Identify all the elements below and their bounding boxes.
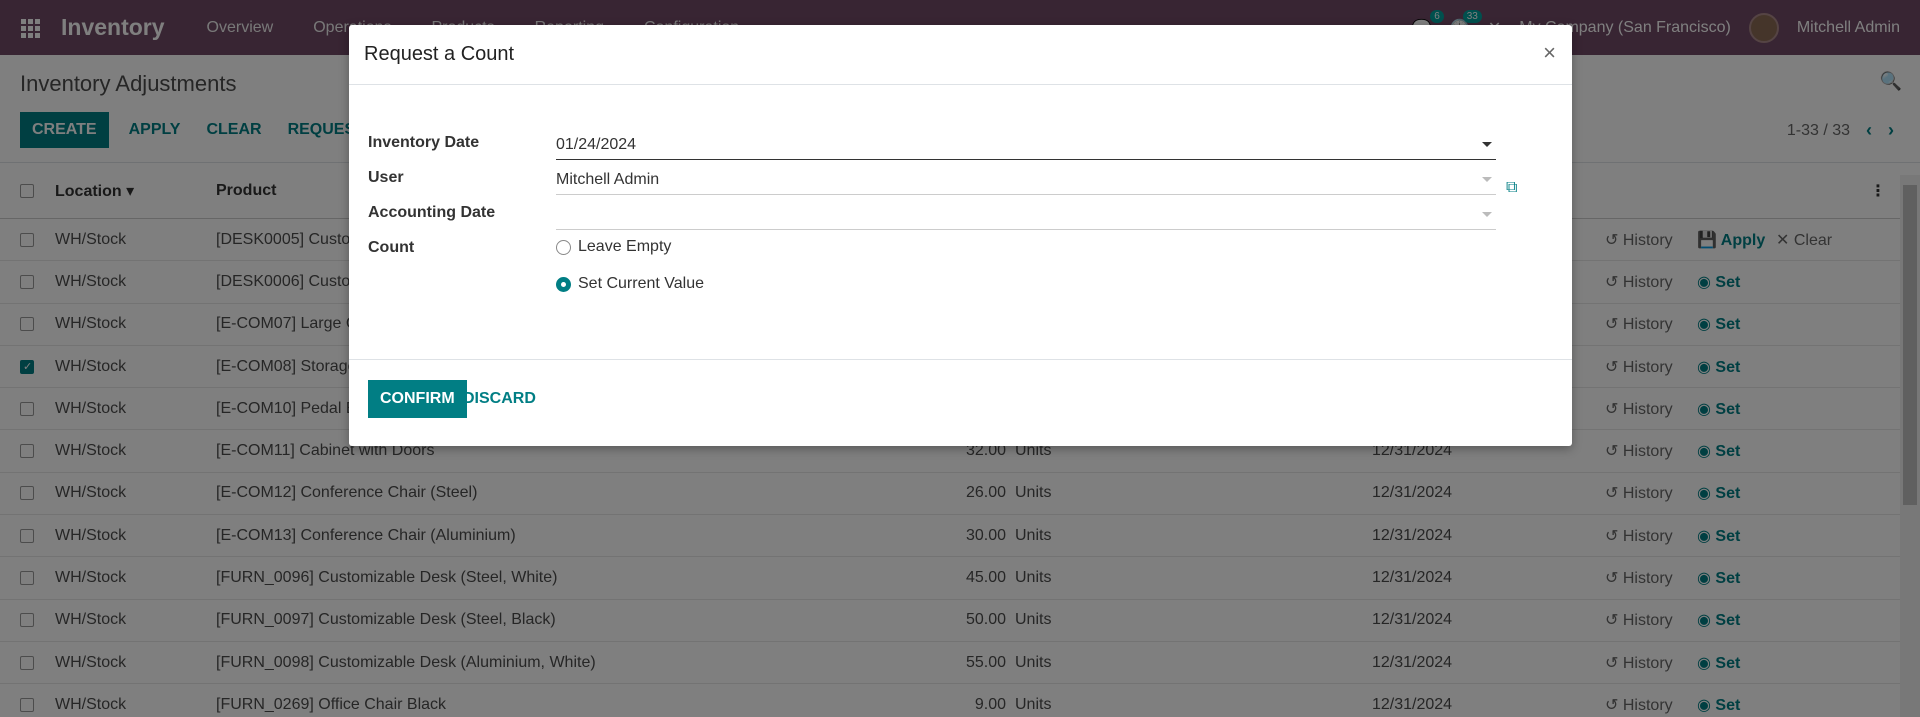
external-link-icon[interactable]: ⧉ [1506, 179, 1517, 197]
user-label: User [368, 169, 404, 186]
accounting-date-label: Accounting Date [368, 204, 496, 221]
inventory-date-label: Inventory Date [368, 134, 480, 151]
radio-set-current-value[interactable]: Set Current Value [556, 275, 704, 293]
chevron-down-icon [1482, 177, 1492, 182]
close-icon[interactable]: × [1543, 40, 1556, 66]
user-field[interactable]: Mitchell Admin [556, 165, 1496, 195]
confirm-button[interactable]: CONFIRM [368, 380, 467, 418]
inventory-date-field[interactable]: 01/24/2024 [556, 130, 1496, 160]
radio-unselected-icon[interactable] [556, 239, 571, 255]
chevron-down-icon [1482, 212, 1492, 217]
dialog-title: Request a Count [364, 43, 515, 65]
chevron-down-icon [1482, 142, 1492, 147]
discard-button[interactable]: DISCARD [463, 390, 536, 408]
count-label: Count [368, 239, 415, 256]
radio-selected-icon[interactable] [556, 276, 571, 292]
accounting-date-field[interactable] [556, 200, 1496, 230]
request-count-dialog: Request a Count × Inventory Date 01/24/2… [349, 25, 1572, 446]
radio-leave-empty[interactable]: Leave Empty [556, 238, 671, 256]
